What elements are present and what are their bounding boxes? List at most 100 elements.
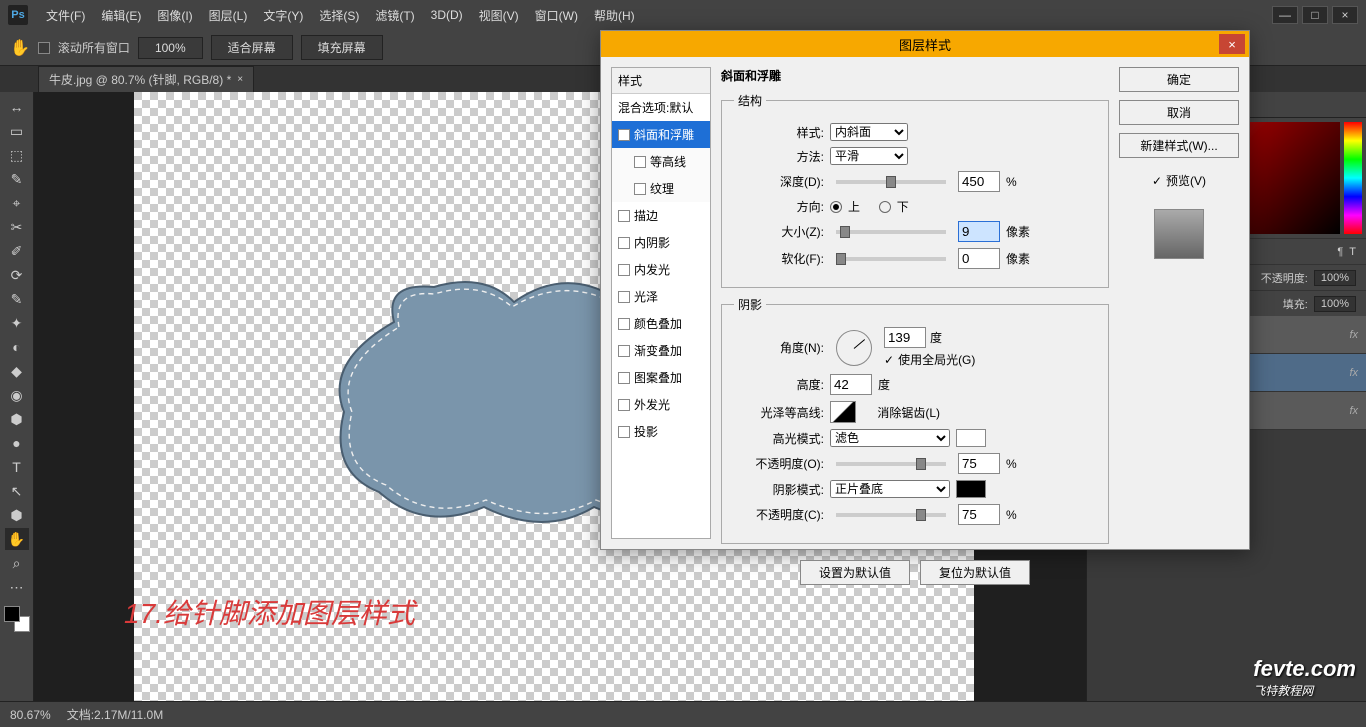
document-tab-close-icon[interactable]: × [237,74,243,85]
direction-down-radio[interactable] [879,201,891,213]
scroll-all-checkbox[interactable] [38,42,50,54]
direction-up-radio[interactable] [830,201,842,213]
menu-filter[interactable]: 滤镜(T) [367,7,422,24]
eraser-tool[interactable]: ◐ [5,336,29,358]
ok-button[interactable]: 确定 [1119,67,1239,92]
style-item-checkbox[interactable] [618,264,630,276]
style-item-checkbox[interactable] [634,156,646,168]
style-item-11[interactable]: 投影 [612,418,710,445]
style-blend-default[interactable]: 混合选项:默认 [612,94,710,121]
angle-dial[interactable] [836,330,872,366]
style-item-7[interactable]: 颜色叠加 [612,310,710,337]
type-tool[interactable]: T [5,456,29,478]
style-item-checkbox[interactable] [618,318,630,330]
blur-tool[interactable]: ◉ [5,384,29,406]
shadow-mode-select[interactable]: 正片叠底 [830,480,950,498]
style-item-1[interactable]: 等高线 [612,148,710,175]
path-select-tool[interactable]: ↖ [5,480,29,502]
altitude-input[interactable] [830,374,872,395]
eyedropper-tool[interactable]: ✂ [5,216,29,238]
style-item-5[interactable]: 内发光 [612,256,710,283]
more-tools[interactable]: ⋯ [5,576,29,598]
window-minimize[interactable]: — [1272,6,1298,24]
window-close[interactable]: × [1332,6,1358,24]
marquee-tool[interactable]: ▭ [5,120,29,142]
highlight-opacity-input[interactable] [958,453,1000,474]
size-input[interactable] [958,221,1000,242]
style-item-checkbox[interactable] [618,345,630,357]
cancel-button[interactable]: 取消 [1119,100,1239,125]
menu-edit[interactable]: 编辑(E) [93,7,149,24]
quick-select-tool[interactable]: ✎ [5,168,29,190]
soften-input[interactable] [958,248,1000,269]
dialog-titlebar[interactable]: 图层样式 × [601,31,1249,57]
style-item-10[interactable]: 外发光 [612,391,710,418]
hue-slider[interactable] [1344,122,1362,234]
zoom-100-button[interactable]: 100% [138,37,203,59]
highlight-opacity-slider[interactable] [836,462,946,466]
menu-text[interactable]: 文字(Y) [255,7,311,24]
dialog-close-button[interactable]: × [1219,34,1245,54]
style-item-checkbox[interactable] [618,237,630,249]
depth-slider[interactable] [836,180,946,184]
color-swatches[interactable] [4,606,30,632]
document-tab[interactable]: 牛皮.jpg @ 80.7% (针脚, RGB/8) * × [38,66,254,92]
shape-tool[interactable]: ⬢ [5,504,29,526]
gradient-tool[interactable]: ◆ [5,360,29,382]
history-brush-tool[interactable]: ✦ [5,312,29,334]
style-item-4[interactable]: 内阴影 [612,229,710,256]
style-item-checkbox[interactable] [618,372,630,384]
style-item-checkbox[interactable] [618,210,630,222]
menu-select[interactable]: 选择(S) [311,7,367,24]
fit-screen-button[interactable]: 适合屏幕 [211,35,293,60]
dodge-tool[interactable]: ⬢ [5,408,29,430]
crop-tool[interactable]: ⌖ [5,192,29,214]
menu-help[interactable]: 帮助(H) [586,7,643,24]
style-item-checkbox[interactable] [618,291,630,303]
fill-value[interactable]: 100% [1314,296,1356,312]
stamp-tool[interactable]: ✎ [5,288,29,310]
style-item-6[interactable]: 光泽 [612,283,710,310]
angle-input[interactable] [884,327,926,348]
menu-3d[interactable]: 3D(D) [423,8,471,22]
style-item-3[interactable]: 描边 [612,202,710,229]
gloss-contour-picker[interactable] [830,401,856,423]
opacity-value[interactable]: 100% [1314,270,1356,286]
style-select[interactable]: 内斜面 [830,123,908,141]
style-item-checkbox[interactable] [618,426,630,438]
brush-tool[interactable]: ⟳ [5,264,29,286]
foreground-color-swatch[interactable] [4,606,20,622]
menu-window[interactable]: 窗口(W) [527,7,586,24]
style-item-checkbox[interactable] [618,399,630,411]
style-item-2[interactable]: 纹理 [612,175,710,202]
style-item-9[interactable]: 图案叠加 [612,364,710,391]
fill-screen-button[interactable]: 填充屏幕 [301,35,383,60]
zoom-tool[interactable]: ⌕ [5,552,29,574]
shadow-opacity-input[interactable] [958,504,1000,525]
pen-tool[interactable]: ● [5,432,29,454]
method-select[interactable]: 平滑 [830,147,908,165]
new-style-button[interactable]: 新建样式(W)... [1119,133,1239,158]
style-item-checkbox[interactable] [634,183,646,195]
menu-file[interactable]: 文件(F) [38,7,93,24]
style-item-checkbox[interactable]: ✓ [618,129,630,141]
make-default-button[interactable]: 设置为默认值 [800,560,910,585]
global-light-checkbox[interactable]: ✓ [884,353,894,367]
hand-tool[interactable]: ✋ [5,528,29,550]
style-item-0[interactable]: ✓斜面和浮雕 [612,121,710,148]
preview-checkbox[interactable]: ✓ [1152,174,1162,188]
shadow-opacity-slider[interactable] [836,513,946,517]
menu-layer[interactable]: 图层(L) [201,7,256,24]
soften-slider[interactable] [836,257,946,261]
move-tool[interactable]: ↔ [5,96,29,118]
highlight-mode-select[interactable]: 滤色 [830,429,950,447]
highlight-color-swatch[interactable] [956,429,986,447]
style-item-8[interactable]: 渐变叠加 [612,337,710,364]
style-list-header[interactable]: 样式 [612,68,710,94]
depth-input[interactable] [958,171,1000,192]
status-zoom[interactable]: 80.67% [10,708,51,722]
reset-default-button[interactable]: 复位为默认值 [920,560,1030,585]
shadow-color-swatch[interactable] [956,480,986,498]
lasso-tool[interactable]: ⬚ [5,144,29,166]
healing-tool[interactable]: ✐ [5,240,29,262]
